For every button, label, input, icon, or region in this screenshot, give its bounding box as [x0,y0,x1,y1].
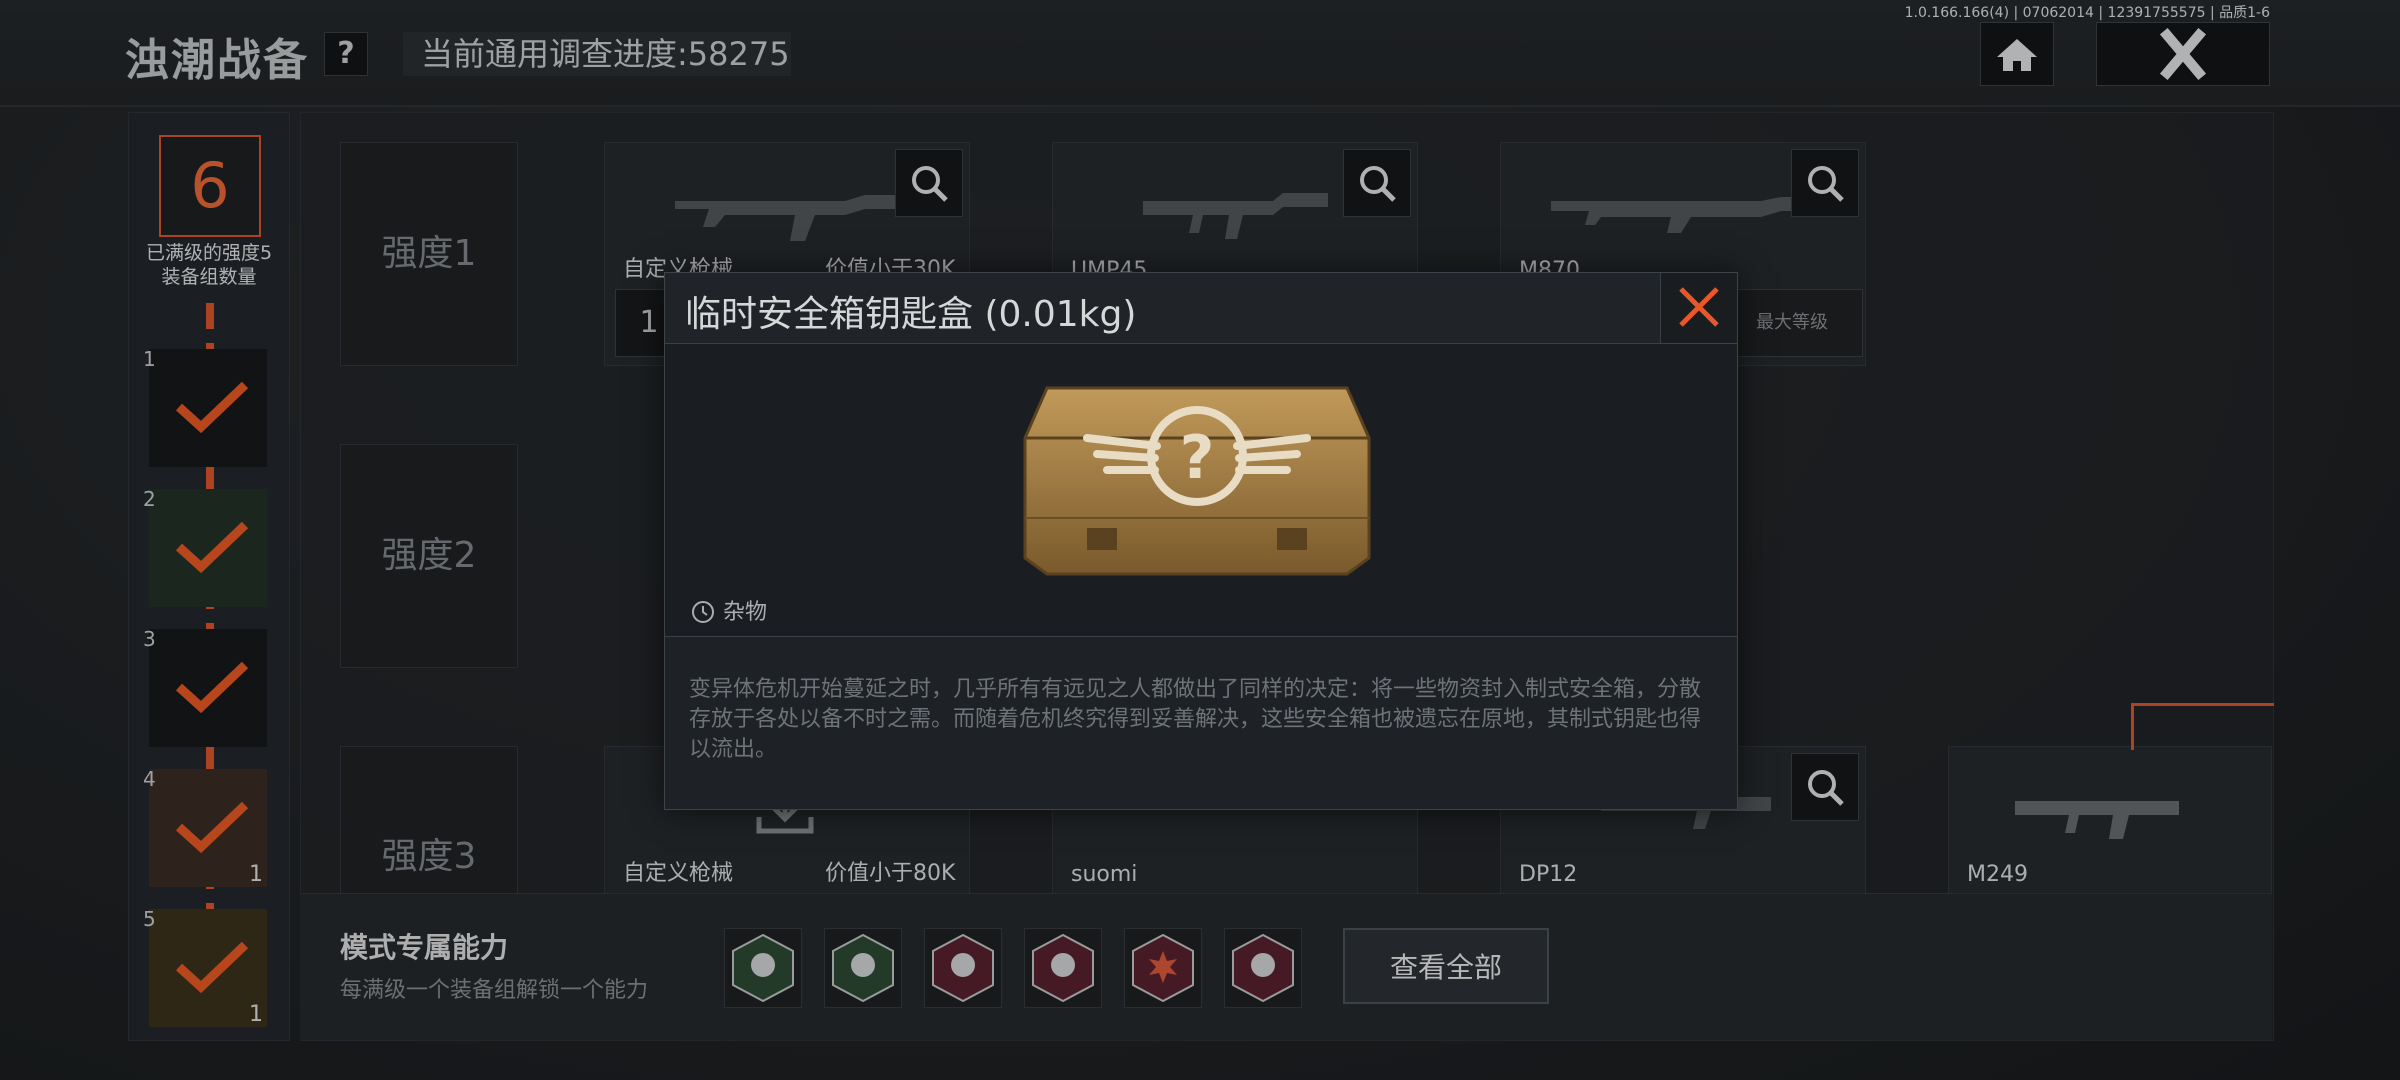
item-detail-modal: 临时安全箱钥匙盒 (0.01kg) ? 杂物 变异体危机开始蔓延之时，几乎所有有… [664,272,1738,810]
svg-text:?: ? [1180,423,1215,493]
modal-header: 临时安全箱钥匙盒 (0.01kg) [665,273,1737,344]
modal-close-button[interactable] [1660,273,1737,343]
clock-icon [692,601,714,623]
item-title: 临时安全箱钥匙盒 (0.01kg) [685,294,1137,335]
close-icon [1679,287,1719,327]
item-image-area: ? 杂物 [665,344,1737,637]
item-description: 变异体危机开始蔓延之时，几乎所有有远见之人都做出了同样的决定：将一些物资封入制式… [689,677,1702,762]
key-box-image: ? [1023,386,1371,576]
item-category: 杂物 [691,594,767,626]
